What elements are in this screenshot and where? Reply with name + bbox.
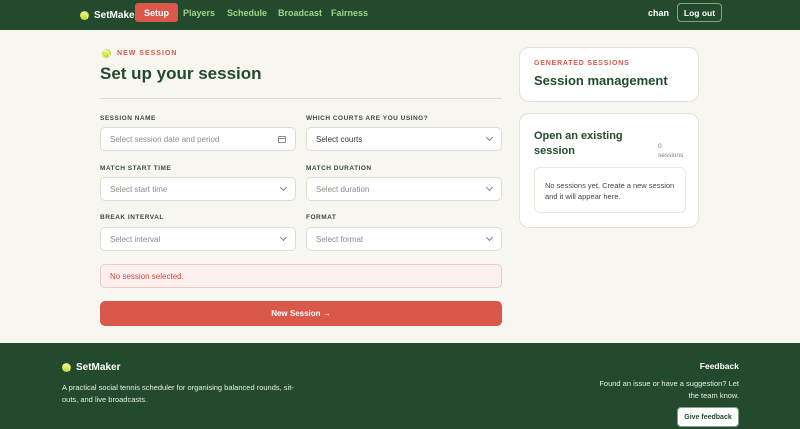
start-time-label: MATCH START TIME — [100, 165, 172, 172]
calendar-icon — [278, 135, 286, 143]
brand-name: SetMaker — [94, 9, 139, 21]
break-interval-label: BREAK INTERVAL — [100, 214, 164, 221]
brand-logo[interactable]: SetMaker — [80, 7, 138, 23]
top-nav: SetMaker Setup Players Schedule Broadcas… — [0, 0, 800, 30]
session-name-placeholder: Select session date and period — [110, 134, 220, 144]
duration-label: MATCH DURATION — [306, 165, 372, 172]
footer-brand-name: SetMaker — [76, 362, 121, 373]
footer-brand: SetMaker — [62, 362, 120, 373]
start-time-placeholder: Select start time — [110, 184, 168, 194]
chevron-down-icon — [485, 133, 494, 142]
chevron-down-icon — [485, 233, 494, 242]
format-label: FORMAT — [306, 214, 337, 221]
chevron-down-icon — [485, 183, 494, 192]
open-session-title: Open an existing session — [534, 130, 623, 157]
feedback-title: Feedback — [699, 361, 739, 371]
user-name: chan — [648, 8, 670, 18]
break-interval-placeholder: Select interval — [110, 234, 161, 244]
eyebrow-label: NEW SESSION — [117, 50, 178, 57]
tab-fairness[interactable]: Fairness — [322, 3, 377, 22]
session-management-title: Session management — [534, 73, 668, 88]
session-name-label: SESSION NAME — [100, 115, 156, 122]
courts-value: Select courts — [316, 134, 363, 144]
chevron-down-icon — [279, 183, 288, 192]
new-session-eyebrow: NEW SESSION — [102, 49, 177, 58]
logout-button[interactable]: Log out — [677, 3, 722, 22]
page-title: Set up your session — [100, 64, 262, 83]
session-name-input[interactable]: Select session date and period — [100, 127, 296, 151]
format-select[interactable]: Select format — [306, 227, 502, 251]
footer-description: A practical social tennis scheduler for … — [62, 383, 294, 404]
footer: SetMaker A practical social tennis sched… — [0, 343, 800, 429]
tab-setup[interactable]: Setup — [135, 3, 179, 22]
tennis-ball-icon — [80, 10, 89, 20]
start-time-select[interactable]: Select start time — [100, 177, 296, 201]
feedback-text: Found an issue or have a suggestion? Let… — [599, 379, 739, 400]
format-placeholder: Select format — [316, 234, 364, 244]
duration-placeholder: Select duration — [316, 184, 370, 194]
tennis-ball-icon — [62, 363, 71, 372]
open-session-card: Open an existing session 0 sessions No s… — [519, 113, 699, 228]
session-count-number: 0 — [658, 143, 662, 150]
new-session-button[interactable]: New Session → — [100, 301, 502, 326]
empty-sessions-message: No sessions yet. Create a new session an… — [534, 167, 686, 213]
duration-select[interactable]: Select duration — [306, 177, 502, 201]
divider — [100, 98, 502, 99]
error-message: No session selected. — [100, 264, 502, 288]
tab-players[interactable]: Players — [174, 3, 224, 22]
tab-schedule[interactable]: Schedule — [218, 3, 276, 22]
give-feedback-button[interactable]: Give feedback — [677, 407, 739, 427]
courts-label: WHICH COURTS ARE YOU USING? — [306, 115, 429, 122]
tennis-ball-icon — [102, 49, 111, 58]
generated-sessions-eyebrow: GENERATED SESSIONS — [534, 60, 630, 67]
session-management-card: GENERATED SESSIONS Session management — [519, 47, 699, 102]
chevron-down-icon — [279, 233, 288, 242]
courts-select[interactable]: Select courts — [306, 127, 502, 151]
break-interval-select[interactable]: Select interval — [100, 227, 296, 251]
session-count: 0 sessions — [658, 142, 683, 160]
session-count-unit: sessions — [658, 152, 684, 159]
